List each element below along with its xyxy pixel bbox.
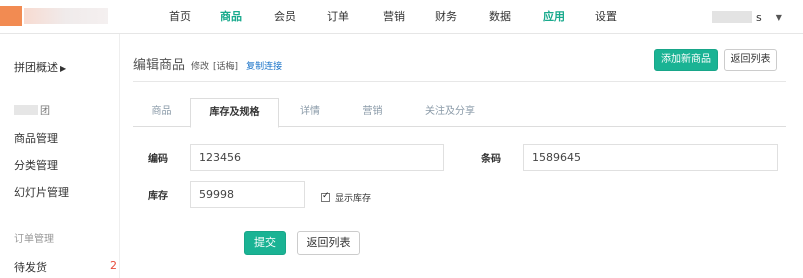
checkbox-checked-icon[interactable] <box>321 191 330 202</box>
add-product-button[interactable]: 添加新商品 <box>654 49 718 71</box>
edit-mode-label: 修改 <box>191 62 210 72</box>
page-header: 编辑商品 修改 [话梅] 复制连接 <box>133 54 282 73</box>
code-input[interactable] <box>190 144 444 171</box>
product-name: [话梅] <box>213 62 239 72</box>
sidebar-item-pending[interactable]: 待发货 <box>14 259 47 275</box>
stock-label: 库存 <box>148 191 168 202</box>
brand-logo[interactable] <box>0 4 110 28</box>
main-content: 编辑商品 修改 [话梅] 复制连接 添加新商品 返回列表 商品 库存及规格 详情… <box>120 34 803 278</box>
tab-stock-specs[interactable]: 库存及规格 <box>190 98 279 128</box>
group-name-suffix: 团 <box>40 106 50 117</box>
sidebar-section-orders: 订单管理 <box>14 234 54 245</box>
code-label: 编码 <box>148 154 168 165</box>
sidebar-group-title: 团 <box>14 102 50 117</box>
nav-item-goods[interactable]: 商品 <box>202 0 260 34</box>
nav-item-home[interactable]: 首页 <box>158 0 202 34</box>
show-stock-checkbox[interactable]: 显示库存 <box>321 191 371 204</box>
sidebar-item-categories[interactable]: 分类管理 <box>14 157 58 173</box>
nav-item-settings[interactable]: 设置 <box>578 0 634 34</box>
copy-link[interactable]: 复制连接 <box>246 59 282 72</box>
tab-goods[interactable]: 商品 <box>133 98 190 127</box>
show-stock-label: 显示库存 <box>335 194 372 204</box>
submit-button[interactable]: 提交 <box>244 231 286 255</box>
chevron-down-icon: ▼ <box>775 12 782 22</box>
header-divider <box>133 81 786 82</box>
tab-details[interactable]: 详情 <box>279 98 341 127</box>
caret-right-icon: ▶ <box>60 64 67 73</box>
sidebar: 拼团概述 ▶ 团 商品管理 分类管理 幻灯片管理 订单管理 待发货 2 <box>0 34 120 278</box>
nav-item-marketing[interactable]: 营销 <box>366 0 422 34</box>
group-name-blurred <box>14 104 38 115</box>
tab-follow-share[interactable]: 关注及分享 <box>404 98 496 127</box>
sidebar-item-label: 拼团概述 <box>14 61 58 74</box>
nav-item-finance[interactable]: 财务 <box>422 0 470 34</box>
nav-item-orders[interactable]: 订单 <box>310 0 366 34</box>
back-to-list-button-bottom[interactable]: 返回列表 <box>297 231 360 255</box>
username-blurred <box>712 11 752 23</box>
product-tabs: 商品 库存及规格 详情 营销 关注及分享 <box>133 98 786 128</box>
nav-item-data[interactable]: 数据 <box>470 0 530 34</box>
barcode-label: 条码 <box>481 154 501 165</box>
barcode-input[interactable] <box>523 144 778 171</box>
user-menu[interactable]: s ▼ <box>712 10 782 24</box>
top-navbar: 首页 商品 会员 订单 营销 财务 数据 应用 设置 s ▼ <box>0 0 803 34</box>
main-nav: 首页 商品 会员 订单 营销 财务 数据 应用 设置 <box>158 0 634 34</box>
username-suffix: s <box>756 10 762 24</box>
stock-input[interactable] <box>190 181 305 208</box>
page-title: 编辑商品 <box>133 58 186 73</box>
nav-item-apps[interactable]: 应用 <box>530 0 578 34</box>
sidebar-item-goods[interactable]: 商品管理 <box>14 130 58 146</box>
back-to-list-button[interactable]: 返回列表 <box>724 49 777 71</box>
logo-mark <box>0 6 22 26</box>
sidebar-item-overview[interactable]: 拼团概述 ▶ <box>14 59 66 75</box>
sidebar-item-slides[interactable]: 幻灯片管理 <box>14 184 69 200</box>
nav-item-members[interactable]: 会员 <box>260 0 310 34</box>
logo-text-blurred <box>24 8 108 24</box>
tab-marketing[interactable]: 营销 <box>341 98 404 127</box>
pending-count-badge: 2 <box>110 259 117 272</box>
